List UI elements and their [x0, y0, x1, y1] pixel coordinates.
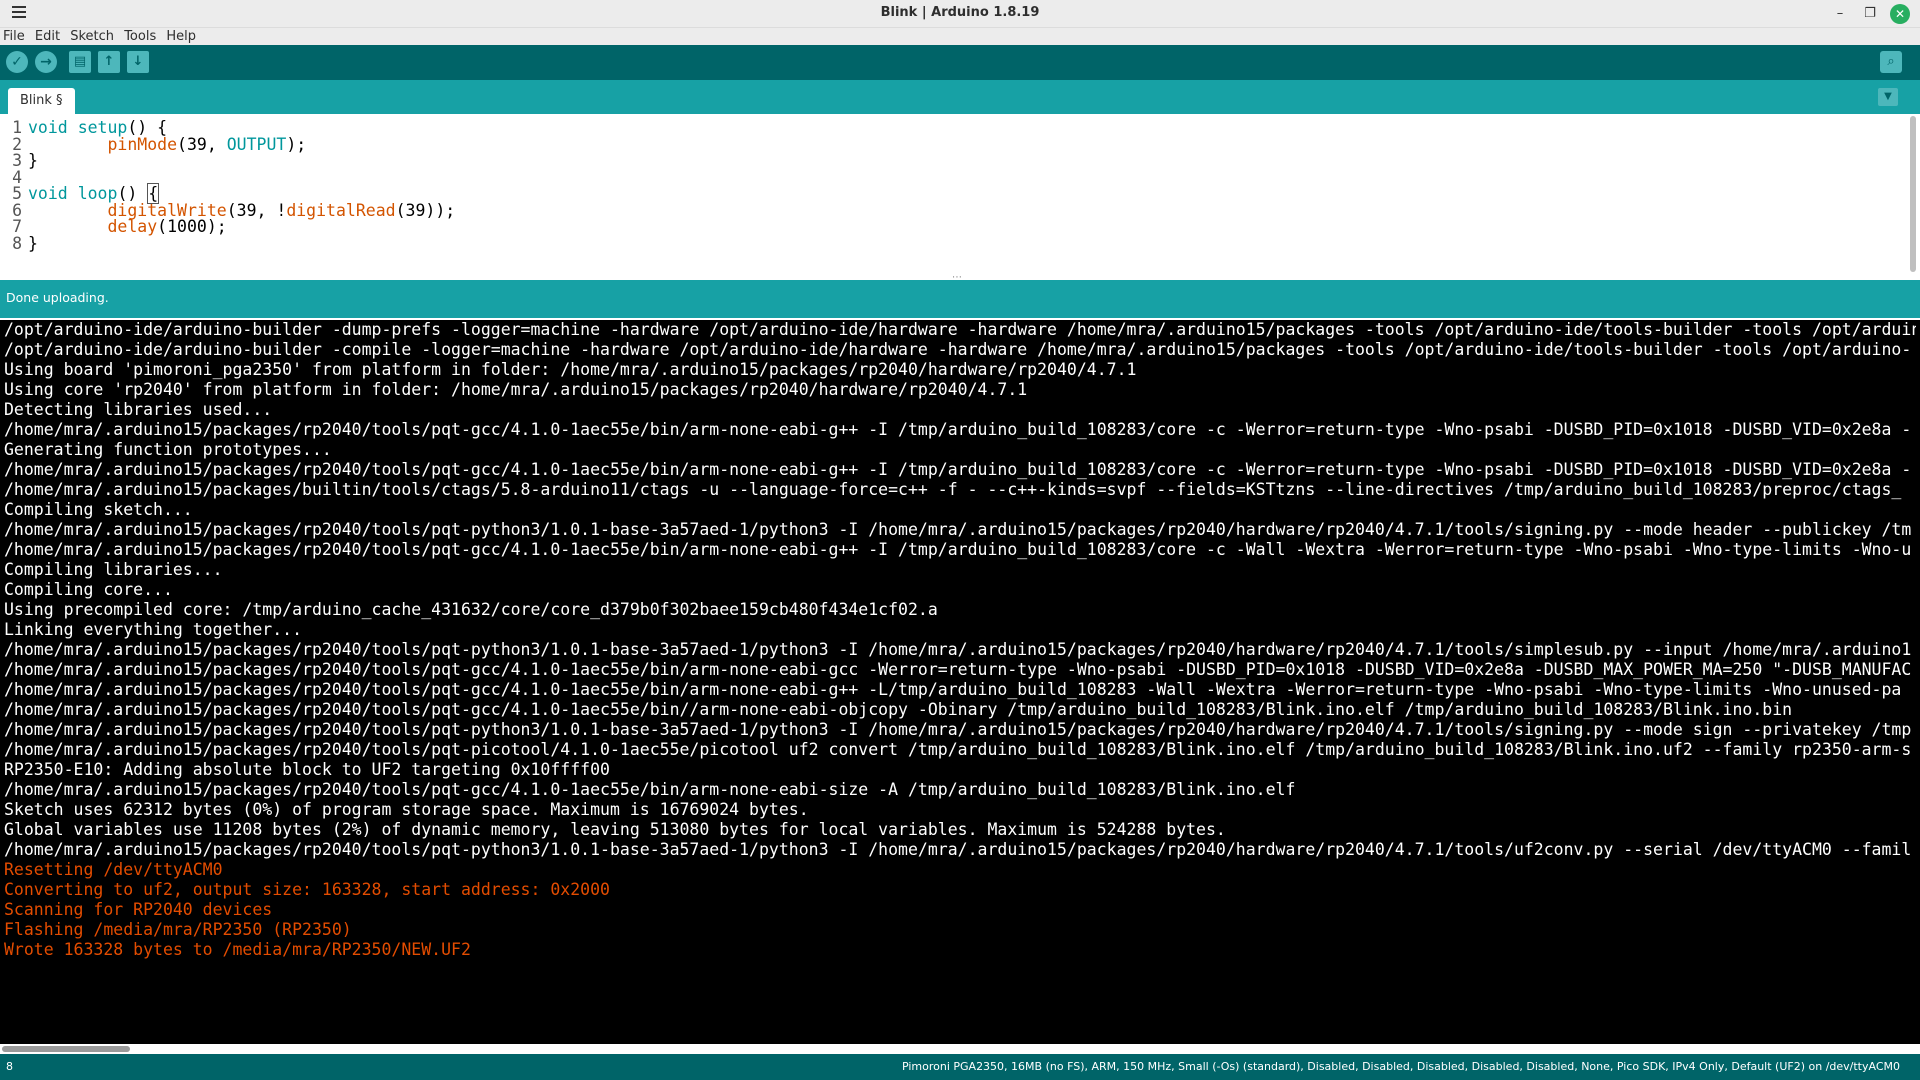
menu-sketch[interactable]: Sketch	[70, 28, 114, 45]
console-line: Compiling sketch...	[4, 500, 193, 519]
console-line: /home/mra/.arduino15/packages/rp2040/too…	[4, 660, 1912, 679]
close-icon[interactable]: ✕	[1890, 4, 1910, 24]
line-number: 8	[12, 233, 22, 253]
code-token: (1000);	[157, 217, 227, 236]
bottom-bar: 8 Pimoroni PGA2350, 16MB (no FS), ARM, 1…	[0, 1054, 1920, 1080]
board-info: Pimoroni PGA2350, 16MB (no FS), ARM, 150…	[901, 1060, 1900, 1073]
status-message: Done uploading.	[6, 290, 109, 305]
code-token: delay	[107, 217, 158, 236]
console-line-error: Scanning for RP2040 devices	[4, 900, 273, 919]
code-token: (39,	[177, 134, 227, 154]
console-line: /home/mra/.arduino15/packages/rp2040/too…	[4, 780, 1296, 799]
new-sketch-icon[interactable]: ▤	[69, 51, 91, 73]
console-line: /home/mra/.arduino15/packages/rp2040/too…	[4, 540, 1912, 559]
menu-tools[interactable]: Tools	[124, 28, 156, 45]
menu-file[interactable]: File	[3, 28, 25, 45]
code-line[interactable]: 2 pinMode(39, OUTPUT);	[0, 135, 306, 155]
console-line-error: Flashing /media/mra/RP2350 (RP2350)	[4, 920, 352, 939]
console-line: Using board 'pimoroni_pga2350' from plat…	[4, 360, 1137, 379]
window-title: Blink | Arduino 1.8.19	[880, 5, 1040, 20]
console-line: /home/mra/.arduino15/packages/rp2040/too…	[4, 420, 1912, 439]
code-token: (39));	[395, 200, 456, 220]
current-line-number: 8	[6, 1060, 13, 1073]
code-token: }	[28, 151, 38, 170]
console-line: Detecting libraries used...	[4, 400, 273, 419]
console-line: /home/mra/.arduino15/packages/rp2040/too…	[4, 680, 1902, 699]
code-token: }	[28, 233, 38, 253]
console-line: /home/mra/.arduino15/packages/rp2040/too…	[4, 740, 1912, 759]
maximize-icon[interactable]: ❐	[1860, 4, 1880, 24]
console-line: /home/mra/.arduino15/packages/rp2040/too…	[4, 700, 1793, 719]
verify-icon[interactable]: ✓	[6, 51, 28, 73]
console-horizontal-scrollbar[interactable]	[0, 1044, 1920, 1054]
serial-monitor-icon[interactable]: ⌕	[1880, 51, 1902, 73]
menu-help[interactable]: Help	[166, 28, 196, 45]
upload-icon[interactable]: →	[35, 51, 57, 73]
console-line-error: Wrote 163328 bytes to /media/mra/RP2350/…	[4, 940, 471, 959]
tab-menu-icon[interactable]: ▼	[1878, 88, 1898, 106]
console-line: Generating function prototypes...	[4, 440, 332, 459]
console-scroll-thumb[interactable]	[2, 1046, 130, 1052]
status-bar: Done uploading.	[0, 280, 1920, 318]
tab-strip: Blink § ▼	[0, 80, 1920, 114]
console-output: /opt/arduino-ide/arduino-builder -dump-p…	[0, 318, 1920, 1044]
arduino-ide-window: Blink | Arduino 1.8.19 – ❐ ✕ File Edit S…	[0, 0, 1920, 1080]
menu-bar: File Edit Sketch Tools Help	[0, 28, 1920, 45]
console-line: /home/mra/.arduino15/packages/rp2040/too…	[4, 640, 1912, 659]
console-line: Compiling core...	[4, 580, 173, 599]
editor-scrollbar[interactable]	[1910, 116, 1916, 272]
console-line: /home/mra/.arduino15/packages/rp2040/too…	[4, 840, 1912, 859]
console-line: RP2350-E10: Adding absolute block to UF2…	[4, 760, 610, 779]
console-line: /home/mra/.arduino15/packages/rp2040/too…	[4, 720, 1912, 739]
console-line: /home/mra/.arduino15/packages/rp2040/too…	[4, 460, 1912, 479]
console-line: Linking everything together...	[4, 620, 303, 639]
code-line[interactable]: 8}	[0, 234, 38, 254]
toolbar: ✓ → ▤ ↑ ↓ ⌕	[0, 45, 1920, 80]
open-sketch-icon[interactable]: ↑	[98, 51, 120, 73]
code-token: OUTPUT	[226, 134, 287, 154]
console-line: Sketch uses 62312 bytes (0%) of program …	[4, 800, 809, 819]
console-line: /opt/arduino-ide/arduino-builder -compil…	[4, 340, 1912, 359]
code-token: pinMode	[107, 134, 178, 154]
code-token: digitalRead	[286, 200, 396, 220]
console-line: /home/mra/.arduino15/packages/rp2040/too…	[4, 520, 1912, 539]
code-token: );	[286, 134, 307, 154]
console-line-error: Converting to uf2, output size: 163328, …	[4, 880, 610, 899]
console-line: Global variables use 11208 bytes (2%) of…	[4, 820, 1226, 839]
minimize-icon[interactable]: –	[1830, 4, 1850, 24]
menu-edit[interactable]: Edit	[35, 28, 60, 45]
save-sketch-icon[interactable]: ↓	[127, 51, 149, 73]
console-line: Compiling libraries...	[4, 560, 223, 579]
console-lines: /opt/arduino-ide/arduino-builder -dump-p…	[4, 320, 1916, 960]
console-line: Using precompiled core: /tmp/arduino_cac…	[4, 600, 938, 619]
console-line: Using core 'rp2040' from platform in fol…	[4, 380, 1028, 399]
title-bar: Blink | Arduino 1.8.19 – ❐ ✕	[0, 0, 1920, 28]
console-line: /opt/arduino-ide/arduino-builder -dump-p…	[4, 320, 1916, 339]
console-line: /home/mra/.arduino15/packages/builtin/to…	[4, 480, 1902, 499]
tab-blink[interactable]: Blink §	[8, 88, 75, 114]
code-editor[interactable]: 1 void setup() {2 pinMode(39, OUTPUT); 3} 4…	[0, 114, 1920, 278]
console-line-error: Resetting /dev/ttyACM0	[4, 860, 223, 879]
code-token: (39, !	[226, 200, 287, 220]
